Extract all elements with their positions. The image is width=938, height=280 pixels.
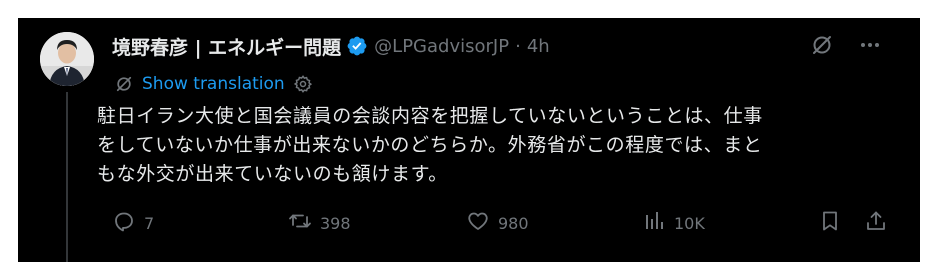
separator-dot: · <box>515 35 521 57</box>
bookmark-icon <box>818 209 842 237</box>
repost-count: 398 <box>320 213 351 233</box>
more-icon[interactable] <box>858 33 882 57</box>
author-handle[interactable]: @LPGadvisorJP <box>374 36 509 57</box>
views-icon <box>642 209 666 237</box>
author-name[interactable]: 境野春彦 | エネルギー問題 <box>112 33 341 60</box>
grok-icon[interactable] <box>810 33 834 57</box>
views-count: 10K <box>674 213 705 233</box>
reply-count: 7 <box>144 213 155 233</box>
show-translation-label[interactable]: Show translation <box>142 74 285 94</box>
bookmark-button[interactable] <box>818 208 842 238</box>
share-button[interactable] <box>864 208 888 238</box>
repost-button[interactable]: 398 <box>288 208 351 238</box>
tweet-card[interactable]: 境野春彦 | エネルギー問題 @LPGadvisorJP · 4h Show t… <box>18 18 920 262</box>
tweet-actions: 7 398 980 10K <box>96 208 896 238</box>
verified-badge-icon[interactable] <box>346 35 368 57</box>
gear-icon[interactable] <box>293 74 313 94</box>
translate-icon <box>114 74 134 94</box>
views-button[interactable]: 10K <box>642 208 705 238</box>
timestamp[interactable]: 4h <box>527 36 550 57</box>
tweet-header: 境野春彦 | エネルギー問題 @LPGadvisorJP · 4h <box>112 32 550 60</box>
like-button[interactable]: 980 <box>466 208 529 238</box>
tweet-top-actions <box>810 33 882 57</box>
show-translation[interactable]: Show translation <box>114 70 313 98</box>
avatar[interactable] <box>40 32 94 86</box>
like-count: 980 <box>498 213 529 233</box>
tweet-text: 駐日イラン大使と国会議員の会談内容を把握していないということは、仕事 をしていな… <box>97 105 763 185</box>
reply-button[interactable]: 7 <box>112 208 154 238</box>
thread-line <box>66 92 68 262</box>
reply-icon <box>112 209 136 237</box>
repost-icon <box>288 209 312 237</box>
heart-icon <box>466 209 490 237</box>
share-icon <box>864 209 888 237</box>
